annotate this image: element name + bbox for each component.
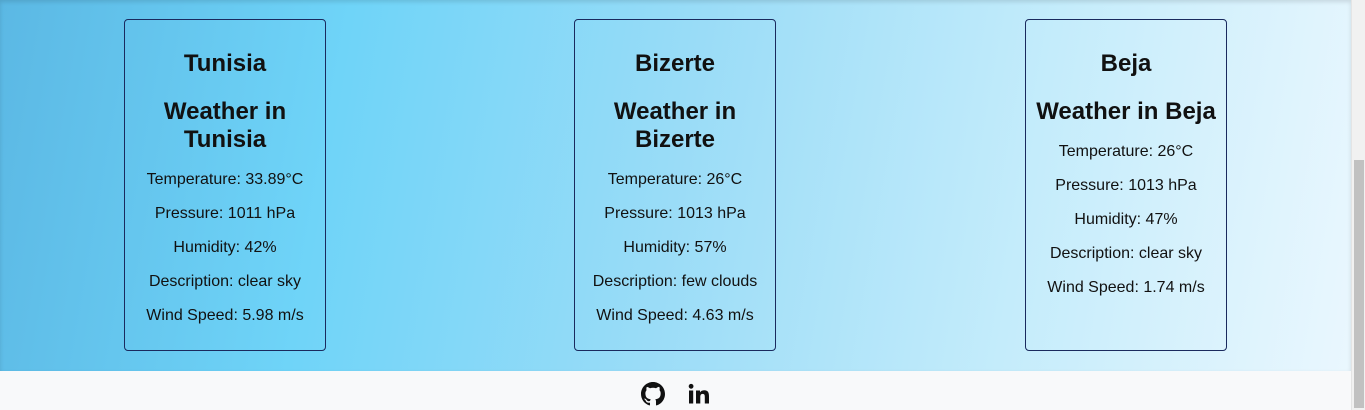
github-icon[interactable] <box>640 381 666 407</box>
card-description: Description: clear sky <box>148 273 302 290</box>
card-temperature: Temperature: 26°C <box>1058 143 1194 160</box>
card-description: Description: few clouds <box>592 273 758 290</box>
card-humidity: Humidity: 57% <box>623 239 727 256</box>
card-city-title: Tunisia <box>183 50 267 77</box>
card-weather-heading: Weather in Tunisia <box>163 98 287 153</box>
weather-card-bizerte: Bizerte Weather in Bizerte Temperature: … <box>574 19 776 351</box>
weather-card-tunisia: Tunisia Weather in Tunisia Temperature: … <box>124 19 326 351</box>
card-pressure: Pressure: 1013 hPa <box>1055 177 1197 194</box>
weather-cards-section: Tunisia Weather in Tunisia Temperature: … <box>0 0 1351 371</box>
scrollbar-thumb[interactable] <box>1354 160 1364 408</box>
card-pressure: Pressure: 1013 hPa <box>604 205 746 222</box>
card-weather-heading: Weather in Bizerte <box>613 98 737 153</box>
card-humidity: Humidity: 42% <box>173 239 277 256</box>
page: Tunisia Weather in Tunisia Temperature: … <box>0 0 1365 410</box>
card-temperature: Temperature: 33.89°C <box>146 171 304 188</box>
card-weather-heading: Weather in Beja <box>1036 98 1216 125</box>
footer <box>0 371 1351 410</box>
card-wind-speed: Wind Speed: 5.98 m/s <box>146 307 304 324</box>
card-pressure: Pressure: 1011 hPa <box>154 205 296 222</box>
weather-card-beja: Beja Weather in Beja Temperature: 26°C P… <box>1025 19 1227 351</box>
card-wind-speed: Wind Speed: 4.63 m/s <box>596 307 754 324</box>
linkedin-icon[interactable] <box>686 381 712 407</box>
card-humidity: Humidity: 47% <box>1074 211 1178 228</box>
page-scrollbar[interactable] <box>1351 0 1365 410</box>
card-city-title: Beja <box>1100 50 1152 77</box>
card-description: Description: clear sky <box>1049 245 1203 262</box>
card-wind-speed: Wind Speed: 1.74 m/s <box>1047 279 1205 296</box>
card-temperature: Temperature: 26°C <box>607 171 743 188</box>
card-city-title: Bizerte <box>634 50 716 77</box>
